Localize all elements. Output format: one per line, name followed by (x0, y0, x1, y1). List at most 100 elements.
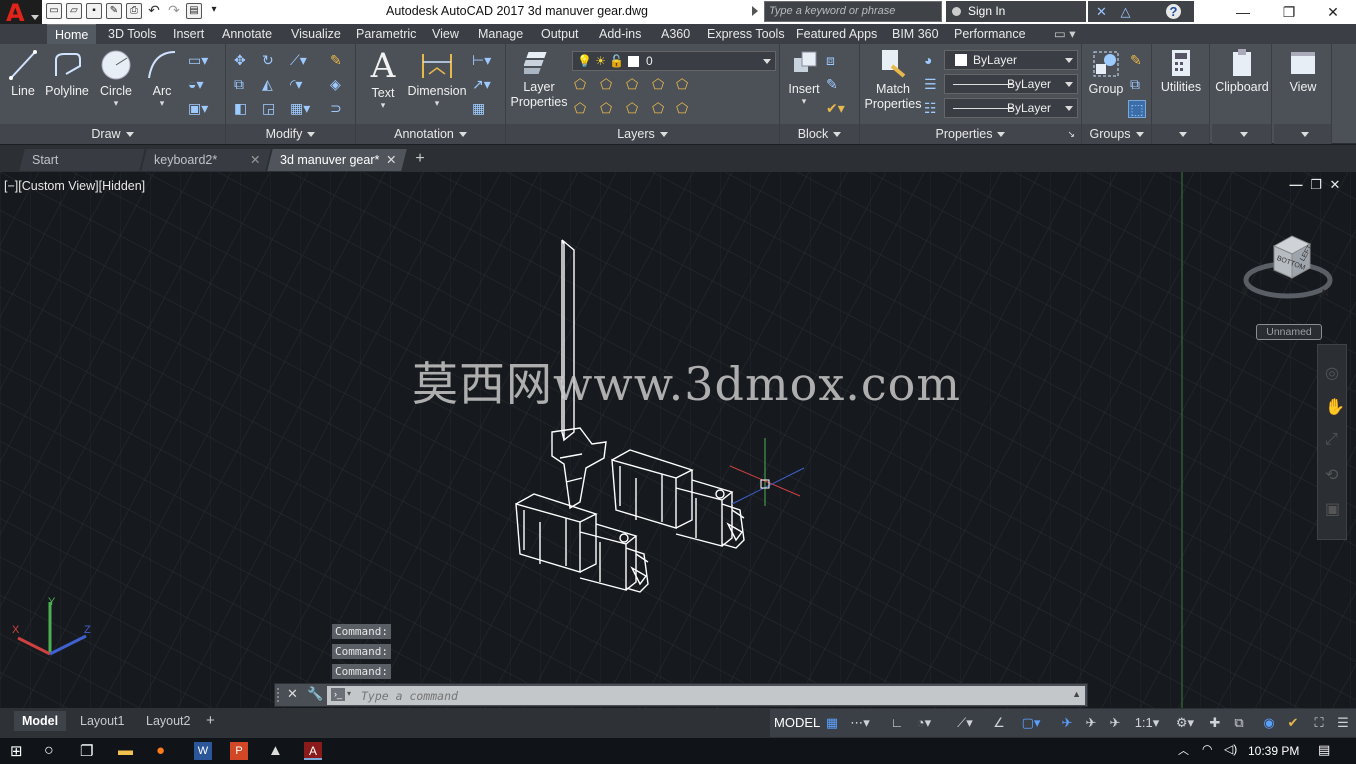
workspace-icon[interactable]: ▤ (186, 3, 202, 19)
panel-title-layers[interactable]: Layers (506, 124, 779, 144)
compass-east-label[interactable]: E (1242, 286, 1248, 296)
isolate-objects-icon[interactable]: ◉ (1260, 715, 1278, 731)
sign-in-button[interactable]: Sign In (946, 1, 1086, 22)
tab-3d-tools[interactable]: 3D Tools (108, 24, 156, 44)
annotation-visibility-icon[interactable]: ✈ (1058, 715, 1076, 731)
steering-wheel-icon[interactable]: ◎ (1325, 363, 1339, 383)
create-block-icon[interactable]: ⧈ (826, 52, 835, 68)
viewport-controls[interactable]: [−][Custom View][Hidden] (4, 179, 145, 193)
search-expand-icon[interactable] (752, 6, 758, 16)
powerpoint-icon[interactable]: P (230, 742, 248, 760)
clean-screen-icon[interactable]: ⛶ (1310, 715, 1328, 731)
wifi-icon[interactable]: ◠ (1202, 742, 1220, 760)
layout-tab-layout1[interactable]: Layout1 (80, 711, 124, 731)
layout-tab-model[interactable]: Model (14, 711, 67, 731)
object-snap-icon[interactable]: ▢▾ (1016, 715, 1046, 731)
task-view-icon[interactable]: ❐ (80, 742, 98, 760)
tab-output[interactable]: Output (541, 24, 579, 44)
zoom-extents-icon[interactable]: ⤢ (1325, 431, 1338, 449)
line-button[interactable]: Line (6, 48, 40, 99)
mirror-icon[interactable]: ◭ (262, 76, 273, 92)
insert-button[interactable]: Insert ▾ (784, 48, 824, 106)
firefox-icon[interactable]: ● (156, 742, 174, 760)
layer-unisolate-icon[interactable]: ⬠ (600, 100, 612, 116)
layer-isolate-icon[interactable]: ⬠ (600, 76, 612, 92)
photos-icon[interactable]: ▲ (268, 742, 286, 760)
compass-north-label[interactable]: N (1322, 288, 1329, 298)
panel-title-view[interactable] (1274, 124, 1331, 144)
model-space-button[interactable]: MODEL (774, 715, 820, 731)
ribbon-minimize-toggle-icon[interactable]: ▭ ▾ (1054, 24, 1076, 44)
dimension-button[interactable]: Dimension ▾ (406, 48, 468, 108)
autocad-taskbar-icon[interactable]: A (304, 742, 322, 760)
layer-on-icon[interactable]: ⬠ (574, 100, 586, 116)
tab-insert[interactable]: Insert (173, 24, 204, 44)
tab-featured-apps[interactable]: Featured Apps (796, 24, 877, 44)
panel-title-block[interactable]: Block (780, 124, 859, 144)
move-icon[interactable]: ✥ (234, 52, 246, 68)
hatch-icon[interactable]: ◒▾ (188, 76, 203, 92)
fillet-icon[interactable]: ◜▾ (290, 76, 302, 92)
application-menu-button[interactable]: A (0, 0, 42, 26)
edit-attributes-icon[interactable]: ✔▾ (826, 100, 845, 116)
rotate-icon[interactable]: ↻ (262, 52, 274, 68)
volume-icon[interactable]: ◁) (1224, 742, 1242, 760)
undo-icon[interactable]: ↶ (146, 3, 162, 19)
layer-match-icon[interactable]: ⬠ (676, 76, 688, 92)
new-file-icon[interactable]: ▭ (46, 3, 62, 19)
orbit-icon[interactable]: ⟲ (1325, 465, 1338, 485)
snap-icon[interactable]: ⋯▾ (848, 715, 872, 731)
group-edit-icon[interactable]: ⧉ (1130, 76, 1140, 92)
autodesk-a360-icon[interactable]: △ (1118, 4, 1133, 19)
command-prompt-icon[interactable]: ›_ (331, 688, 345, 701)
viewport-close-icon[interactable]: ✕ (1328, 178, 1342, 192)
isodraft-icon[interactable]: ⟋▾ (950, 715, 980, 731)
add-layout-icon[interactable]: + (206, 711, 215, 731)
pan-icon[interactable]: ✋ (1325, 397, 1345, 417)
tab-a360[interactable]: A360 (661, 24, 690, 44)
viewport-restore-icon[interactable]: ❐ (1309, 178, 1323, 192)
layer-freeze-icon[interactable]: ⬠ (626, 76, 638, 92)
group-button[interactable]: Group (1084, 48, 1128, 97)
annotation-monitor-icon[interactable]: ✚ (1206, 715, 1224, 731)
auto-scale-icon[interactable]: ✈ (1082, 715, 1100, 731)
erase-icon[interactable]: ✎ (330, 52, 342, 68)
viewport-minimize-icon[interactable]: — (1289, 178, 1303, 192)
layer-unlock-icon[interactable]: ⬠ (652, 100, 664, 116)
trim-icon[interactable]: ⟋▾ (290, 52, 307, 68)
array-icon[interactable]: ▦▾ (290, 100, 310, 116)
customize-qat-icon[interactable]: ▾ (206, 3, 222, 19)
tab-home[interactable]: Home (47, 24, 97, 44)
rectangle-icon[interactable]: ▭▾ (188, 52, 208, 68)
units-icon[interactable]: ⧉ (1230, 715, 1248, 731)
close-command-line-icon[interactable]: ✕ (287, 686, 298, 702)
cortana-search-icon[interactable]: ○ (44, 742, 62, 760)
panel-title-draw[interactable]: Draw (0, 124, 225, 144)
3d-model-wireframe[interactable] (500, 232, 800, 612)
drag-handle[interactable] (277, 688, 283, 702)
object-snap-tracking-icon[interactable]: ∠ (990, 715, 1008, 731)
ungroup-icon[interactable]: ✎ (1130, 52, 1142, 68)
tab-performance[interactable]: Performance (954, 24, 1026, 44)
annotation-scale-icon[interactable]: ✈ (1106, 715, 1124, 731)
offset-icon[interactable]: ⊃ (330, 100, 342, 116)
arc-button[interactable]: Arc ▾ (142, 48, 182, 108)
tab-manage[interactable]: Manage (478, 24, 523, 44)
close-tab-icon[interactable]: ✕ (386, 149, 396, 171)
tab-visualize[interactable]: Visualize (291, 24, 341, 44)
polyline-button[interactable]: Polyline (44, 48, 90, 99)
annotation-scale-dropdown[interactable]: 1:1▾ (1130, 715, 1164, 731)
save-icon[interactable]: ▪ (86, 3, 102, 19)
polar-tracking-icon[interactable]: ◔▾ (912, 715, 936, 731)
help-icon[interactable]: ? (1166, 4, 1181, 19)
group-selection-icon[interactable]: ⬚ (1128, 100, 1146, 118)
panel-title-modify[interactable]: Modify (226, 124, 355, 144)
print-icon[interactable]: ⎙ (126, 3, 142, 19)
boundary-icon[interactable]: ▣▾ (188, 100, 208, 116)
tab-add-ins[interactable]: Add-ins (599, 24, 641, 44)
customization-menu-icon[interactable]: ☰ (1334, 715, 1352, 731)
restore-icon[interactable]: ❐ (1266, 0, 1312, 24)
redo-icon[interactable]: ↷ (166, 3, 182, 19)
layer-thaw-icon[interactable]: ⬠ (626, 100, 638, 116)
system-clock[interactable]: 10:39 PM (1248, 742, 1299, 760)
